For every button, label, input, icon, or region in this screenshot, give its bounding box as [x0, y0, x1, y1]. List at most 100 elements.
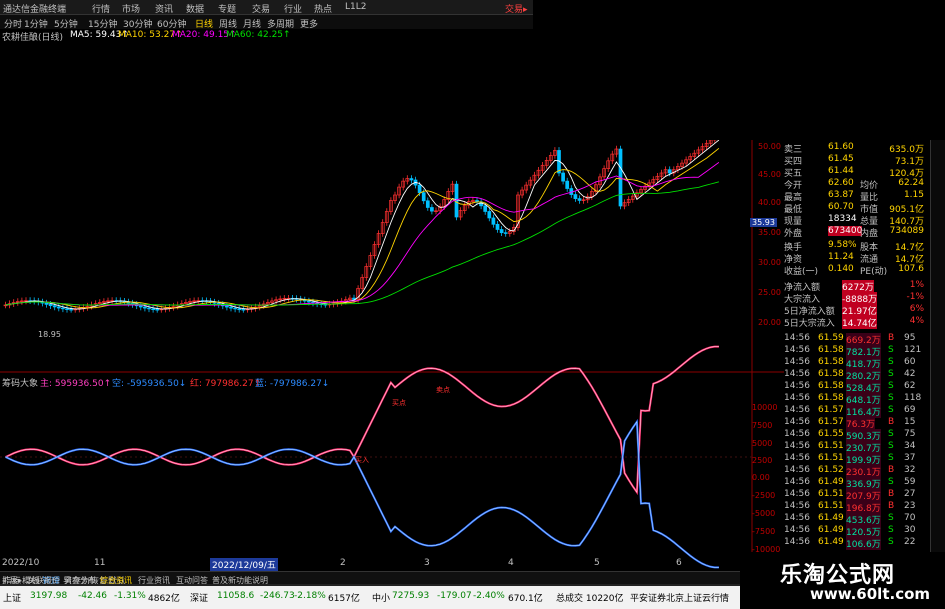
tick-n: 70: [904, 513, 916, 523]
index-value: 3197.98: [30, 591, 68, 601]
menu-item[interactable]: 交易: [252, 2, 270, 15]
ext-tab[interactable]: 资金分布: [64, 575, 96, 586]
quote-key: 外盘: [784, 229, 803, 239]
tick-d: S: [888, 369, 894, 379]
index-name[interactable]: 中小: [372, 591, 390, 604]
kline-chart[interactable]: 买入 买点 卖点: [0, 140, 784, 572]
index-name[interactable]: 深证: [190, 591, 208, 604]
low-price-label: 18.95: [38, 330, 61, 339]
period-tab[interactable]: 月线: [243, 17, 261, 30]
quote-value: 673400: [828, 226, 863, 236]
candle: [499, 229, 504, 234]
candle: [430, 207, 434, 212]
ext-tab[interactable]: 行业资讯: [138, 575, 170, 586]
menu-item[interactable]: 行情: [92, 2, 110, 15]
price-tick: 20.00: [758, 318, 781, 327]
candle: [667, 169, 672, 174]
bull-line: [5, 345, 719, 496]
quote-row: 今开 62.60 均价 62.24: [784, 178, 924, 191]
indicator-title: 筹码大象: [2, 379, 39, 389]
menu-item[interactable]: 数据: [186, 2, 204, 15]
candle: [229, 306, 233, 309]
quote-value: 63.87: [828, 190, 854, 200]
tick-d: S: [888, 393, 894, 403]
period-tab[interactable]: 周线: [219, 17, 237, 30]
indicator-legend-red: 红: 797986.27↑: [190, 379, 262, 389]
tick-n: 23: [904, 501, 916, 511]
tick-d: S: [888, 525, 894, 535]
ext-tab[interactable]: 扩展▸: [2, 575, 22, 586]
side-toolbar[interactable]: [930, 140, 945, 555]
ext-tab[interactable]: 综合资讯: [100, 575, 132, 586]
tick-p: 61.51: [818, 501, 844, 511]
ext-tab[interactable]: 普及新功能说明: [212, 575, 268, 586]
tick-d: S: [888, 381, 894, 391]
tick-row: 14:56 61.58 648.1万 S 118: [784, 393, 924, 406]
tick-row: 14:56 61.57 116.4万 S 69: [784, 405, 924, 418]
menu-item[interactable]: 市场: [122, 2, 140, 15]
quote-right: 1%: [909, 280, 924, 290]
tick-row: 14:56 61.49 453.6万 S 70: [784, 513, 924, 526]
period-tab[interactable]: 多周期: [267, 17, 294, 30]
quote-value: 11.24: [828, 252, 854, 262]
tick-d: S: [888, 405, 894, 415]
candle: [155, 308, 160, 311]
index-value: 7275.93: [392, 591, 430, 601]
tick-d: B: [888, 417, 895, 427]
tick-t: 14:56: [784, 333, 810, 343]
quote-right: 62.24: [898, 178, 924, 188]
index-name[interactable]: 上证: [3, 591, 21, 604]
menu-item[interactable]: 热点: [314, 2, 332, 15]
tick-d: B: [888, 501, 895, 511]
tick-n: 37: [904, 453, 916, 463]
period-tab[interactable]: 1分钟: [24, 17, 48, 30]
index-pct: -2.40%: [473, 591, 505, 601]
candle: [147, 307, 151, 310]
tick-n: 32: [904, 465, 916, 475]
candle: [151, 308, 155, 311]
tick-p: 61.58: [818, 369, 844, 379]
ext-tab[interactable]: 关联报价: [28, 575, 60, 586]
period-tab[interactable]: 分时: [4, 17, 22, 30]
trade-button[interactable]: 交易▸: [505, 2, 528, 15]
tick-t: 14:56: [784, 357, 810, 367]
indicator-tick: 5000: [752, 439, 773, 448]
period-tab[interactable]: 30分钟: [123, 17, 152, 30]
candle: [65, 308, 69, 310]
tick-d: S: [888, 357, 894, 367]
tick-t: 14:56: [784, 525, 810, 535]
tick-t: 14:56: [784, 393, 810, 403]
tick-p: 61.55: [818, 429, 844, 439]
period-tab[interactable]: 5分钟: [54, 17, 78, 30]
period-tab[interactable]: 15分钟: [88, 17, 117, 30]
tick-d: B: [888, 333, 895, 343]
news-ticker[interactable]: 平安证券北京上证云行情: [630, 591, 729, 604]
bear-line-highlight: [5, 420, 719, 568]
quote-row: 最低 60.70 市值 905.1亿: [784, 202, 924, 215]
index-amount: 4862亿: [148, 594, 180, 604]
signal-label: 卖点: [436, 386, 450, 394]
tick-p: 61.57: [818, 405, 844, 415]
tick-t: 14:56: [784, 369, 810, 379]
menu-item[interactable]: 资讯: [155, 2, 173, 15]
menu-item[interactable]: L1L2: [345, 2, 366, 12]
candle: [487, 211, 492, 219]
period-tab[interactable]: 60分钟: [157, 17, 186, 30]
period-tab-active[interactable]: 日线: [195, 17, 213, 30]
tick-t: 14:56: [784, 453, 810, 463]
period-tab[interactable]: 更多: [300, 17, 318, 30]
tick-p: 61.57: [818, 417, 844, 427]
menu-item[interactable]: 专题: [218, 2, 236, 15]
candle: [241, 308, 246, 311]
tick-n: 75: [904, 429, 916, 439]
ext-tab[interactable]: 互动问答: [176, 575, 208, 586]
tick-t: 14:56: [784, 345, 810, 355]
date-tick: 6: [676, 558, 682, 568]
tick-p: 61.49: [818, 525, 844, 535]
tick-t: 14:56: [784, 477, 810, 487]
menu-item[interactable]: 行业: [284, 2, 302, 15]
candle: [573, 194, 578, 199]
tick-v: 106.6万: [846, 537, 881, 550]
date-tick: 3: [424, 558, 430, 568]
tick-p: 61.58: [818, 357, 844, 367]
